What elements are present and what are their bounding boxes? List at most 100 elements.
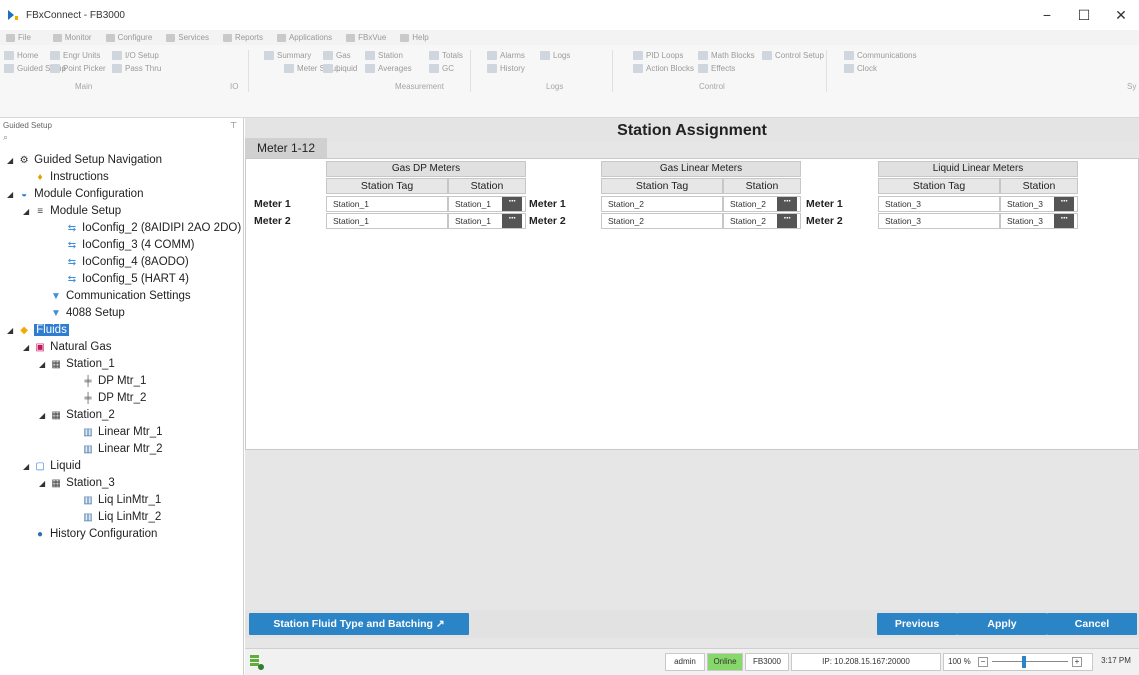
tree-item[interactable]: ▼ 4088 Setup	[50, 307, 125, 319]
pin-icon[interactable]: ⊤	[230, 121, 237, 130]
menu-monitor[interactable]: Monitor	[52, 33, 92, 42]
tree-item[interactable]: ▼ Communication Settings	[50, 290, 191, 302]
station-tag-field[interactable]: Station_3	[878, 213, 1000, 229]
ribbon-clock[interactable]: Clock	[844, 64, 877, 73]
ribbon-averages[interactable]: Averages	[365, 64, 412, 73]
tree-item[interactable]: ◢ ▦ Station_2	[39, 409, 115, 421]
ribbon-history[interactable]: History	[487, 64, 525, 73]
expand-toggle-icon[interactable]: ◢	[39, 360, 45, 369]
tree-item[interactable]: ⇆ IoConfig_4 (8AODO)	[66, 256, 189, 268]
meter-row-label: Meter 2	[254, 215, 291, 227]
menu-reports[interactable]: Reports	[222, 33, 263, 42]
expand-toggle-icon[interactable]: ◢	[39, 479, 45, 488]
file-icon	[6, 33, 15, 42]
zoom-slider-thumb[interactable]	[1022, 656, 1026, 668]
expand-toggle-icon[interactable]: ◢	[23, 207, 29, 216]
tree-item[interactable]: ╪ DP Mtr_2	[82, 392, 146, 404]
search-icon[interactable]: ⌕	[0, 132, 243, 144]
expand-toggle-icon[interactable]: ◢	[7, 326, 13, 335]
maximize-button[interactable]: ☐	[1066, 0, 1102, 30]
column-header-station: Station	[723, 178, 801, 194]
ribbon-gc[interactable]: GC	[429, 64, 454, 73]
expand-toggle-icon[interactable]: ◢	[23, 343, 29, 352]
menu-configure[interactable]: Configure	[105, 33, 152, 42]
tree-item[interactable]: ♦ Instructions	[34, 171, 108, 183]
tree-item-label: Module Configuration	[34, 188, 144, 200]
menu-fbxvue[interactable]: FBxVue	[346, 33, 386, 42]
tree-item[interactable]: ▥ Liq LinMtr_2	[82, 511, 161, 523]
tree-item[interactable]: ◢ ▣ Natural Gas	[23, 341, 112, 353]
station-tag-field[interactable]: Station_2	[601, 196, 723, 212]
ribbon-communications[interactable]: Communications	[844, 51, 917, 60]
zoom-plus-button[interactable]: +	[1072, 657, 1082, 667]
menu-file[interactable]: File	[6, 33, 31, 42]
minimize-button[interactable]: −	[1029, 0, 1065, 30]
tree-item[interactable]: ⇆ IoConfig_5 (HART 4)	[66, 273, 189, 285]
expand-toggle-icon[interactable]: ◢	[23, 462, 29, 471]
expand-toggle-icon[interactable]: ◢	[7, 156, 13, 165]
station-icon: ▦	[51, 409, 61, 421]
ribbon-io-setup[interactable]: I/O Setup	[112, 51, 159, 60]
expand-toggle-icon[interactable]: ◢	[39, 411, 45, 420]
menu-applications[interactable]: Applications	[276, 33, 332, 42]
station-tag-field[interactable]: Station_1	[326, 213, 448, 229]
ellipsis-button[interactable]: ···	[1054, 214, 1074, 228]
tree-item[interactable]: ⇆ IoConfig_3 (4 COMM)	[66, 239, 195, 251]
tree-item[interactable]: ◢ ≡ Module Setup	[23, 205, 121, 217]
zoom-minus-button[interactable]: −	[978, 657, 988, 667]
math-icon	[698, 51, 708, 60]
ribbon-control-setup[interactable]: Control Setup	[762, 51, 824, 60]
ribbon-liquid[interactable]: Liquid	[323, 64, 357, 73]
ribbon-logs[interactable]: Logs	[540, 51, 570, 60]
tree-item[interactable]: ╪ DP Mtr_1	[82, 375, 146, 387]
menu-help[interactable]: Help	[400, 33, 429, 42]
app-logo-icon	[6, 8, 20, 22]
tab-meter-1-12[interactable]: Meter 1-12	[245, 138, 327, 158]
ribbon-label: Communications	[857, 51, 917, 60]
ribbon-gas[interactable]: Gas	[323, 51, 351, 60]
tree-item[interactable]: ▥ Linear Mtr_2	[82, 443, 162, 455]
cancel-button[interactable]: Cancel	[1047, 613, 1137, 635]
tree-item[interactable]: ◢ ◆ Fluids	[7, 324, 69, 336]
group-header: Liquid Linear Meters	[878, 161, 1078, 177]
tree-item[interactable]: ● History Configuration	[34, 528, 157, 540]
ribbon-pass-thru[interactable]: Pass Thru	[112, 64, 161, 73]
menu-services[interactable]: Services	[166, 33, 209, 42]
tree-item[interactable]: ◢ ⚙ Guided Setup Navigation	[7, 154, 162, 166]
ribbon-station[interactable]: Station	[365, 51, 403, 60]
tree-item[interactable]: ◢ ◒ Module Configuration	[7, 188, 143, 200]
station-fluid-type-button[interactable]: Station Fluid Type and Batching ↗	[249, 613, 469, 635]
ribbon-separator	[612, 50, 613, 92]
tree-item[interactable]: ▥ Linear Mtr_1	[82, 426, 162, 438]
ribbon-totals[interactable]: Totals	[429, 51, 463, 60]
ribbon-alarms[interactable]: Alarms	[487, 51, 525, 60]
close-button[interactable]: ✕	[1103, 0, 1139, 30]
ellipsis-button[interactable]: ···	[502, 197, 522, 211]
apply-button[interactable]: Apply	[957, 613, 1047, 635]
ribbon-summary[interactable]: Summary	[264, 51, 311, 60]
tree-item[interactable]: ◢ ▢ Liquid	[23, 460, 81, 472]
ellipsis-button[interactable]: ···	[1054, 197, 1074, 211]
expand-toggle-icon[interactable]: ◢	[7, 190, 13, 199]
ribbon-engr-units[interactable]: Engr Units	[50, 51, 100, 60]
station-tag-field[interactable]: Station_3	[878, 196, 1000, 212]
station-tag-field[interactable]: Station_2	[601, 213, 723, 229]
station-tag-field[interactable]: Station_1	[326, 196, 448, 212]
ellipsis-button[interactable]: ···	[502, 214, 522, 228]
ribbon-home[interactable]: Home	[4, 51, 38, 60]
ribbon-label: Summary	[277, 51, 312, 60]
ribbon-action-blocks[interactable]: Action Blocks	[633, 64, 694, 73]
ribbon-label: Action Blocks	[646, 64, 695, 73]
ellipsis-button[interactable]: ···	[777, 197, 797, 211]
previous-button[interactable]: Previous	[877, 613, 957, 635]
ellipsis-button[interactable]: ···	[777, 214, 797, 228]
tree-item[interactable]: ▥ Liq LinMtr_1	[82, 494, 161, 506]
ribbon-pid-loops[interactable]: PID Loops	[633, 51, 683, 60]
ribbon-point-picker[interactable]: Point Picker	[50, 64, 106, 73]
ribbon-effects[interactable]: Effects	[698, 64, 735, 73]
ribbon-math-blocks[interactable]: Math Blocks	[698, 51, 755, 60]
tree-item[interactable]: ◢ ▦ Station_1	[39, 358, 115, 370]
tree-item[interactable]: ⇆ IoConfig_2 (8AIDIPI 2AO 2DO)	[66, 222, 241, 234]
tree-item[interactable]: ◢ ▦ Station_3	[39, 477, 115, 489]
help-icon	[400, 33, 410, 42]
